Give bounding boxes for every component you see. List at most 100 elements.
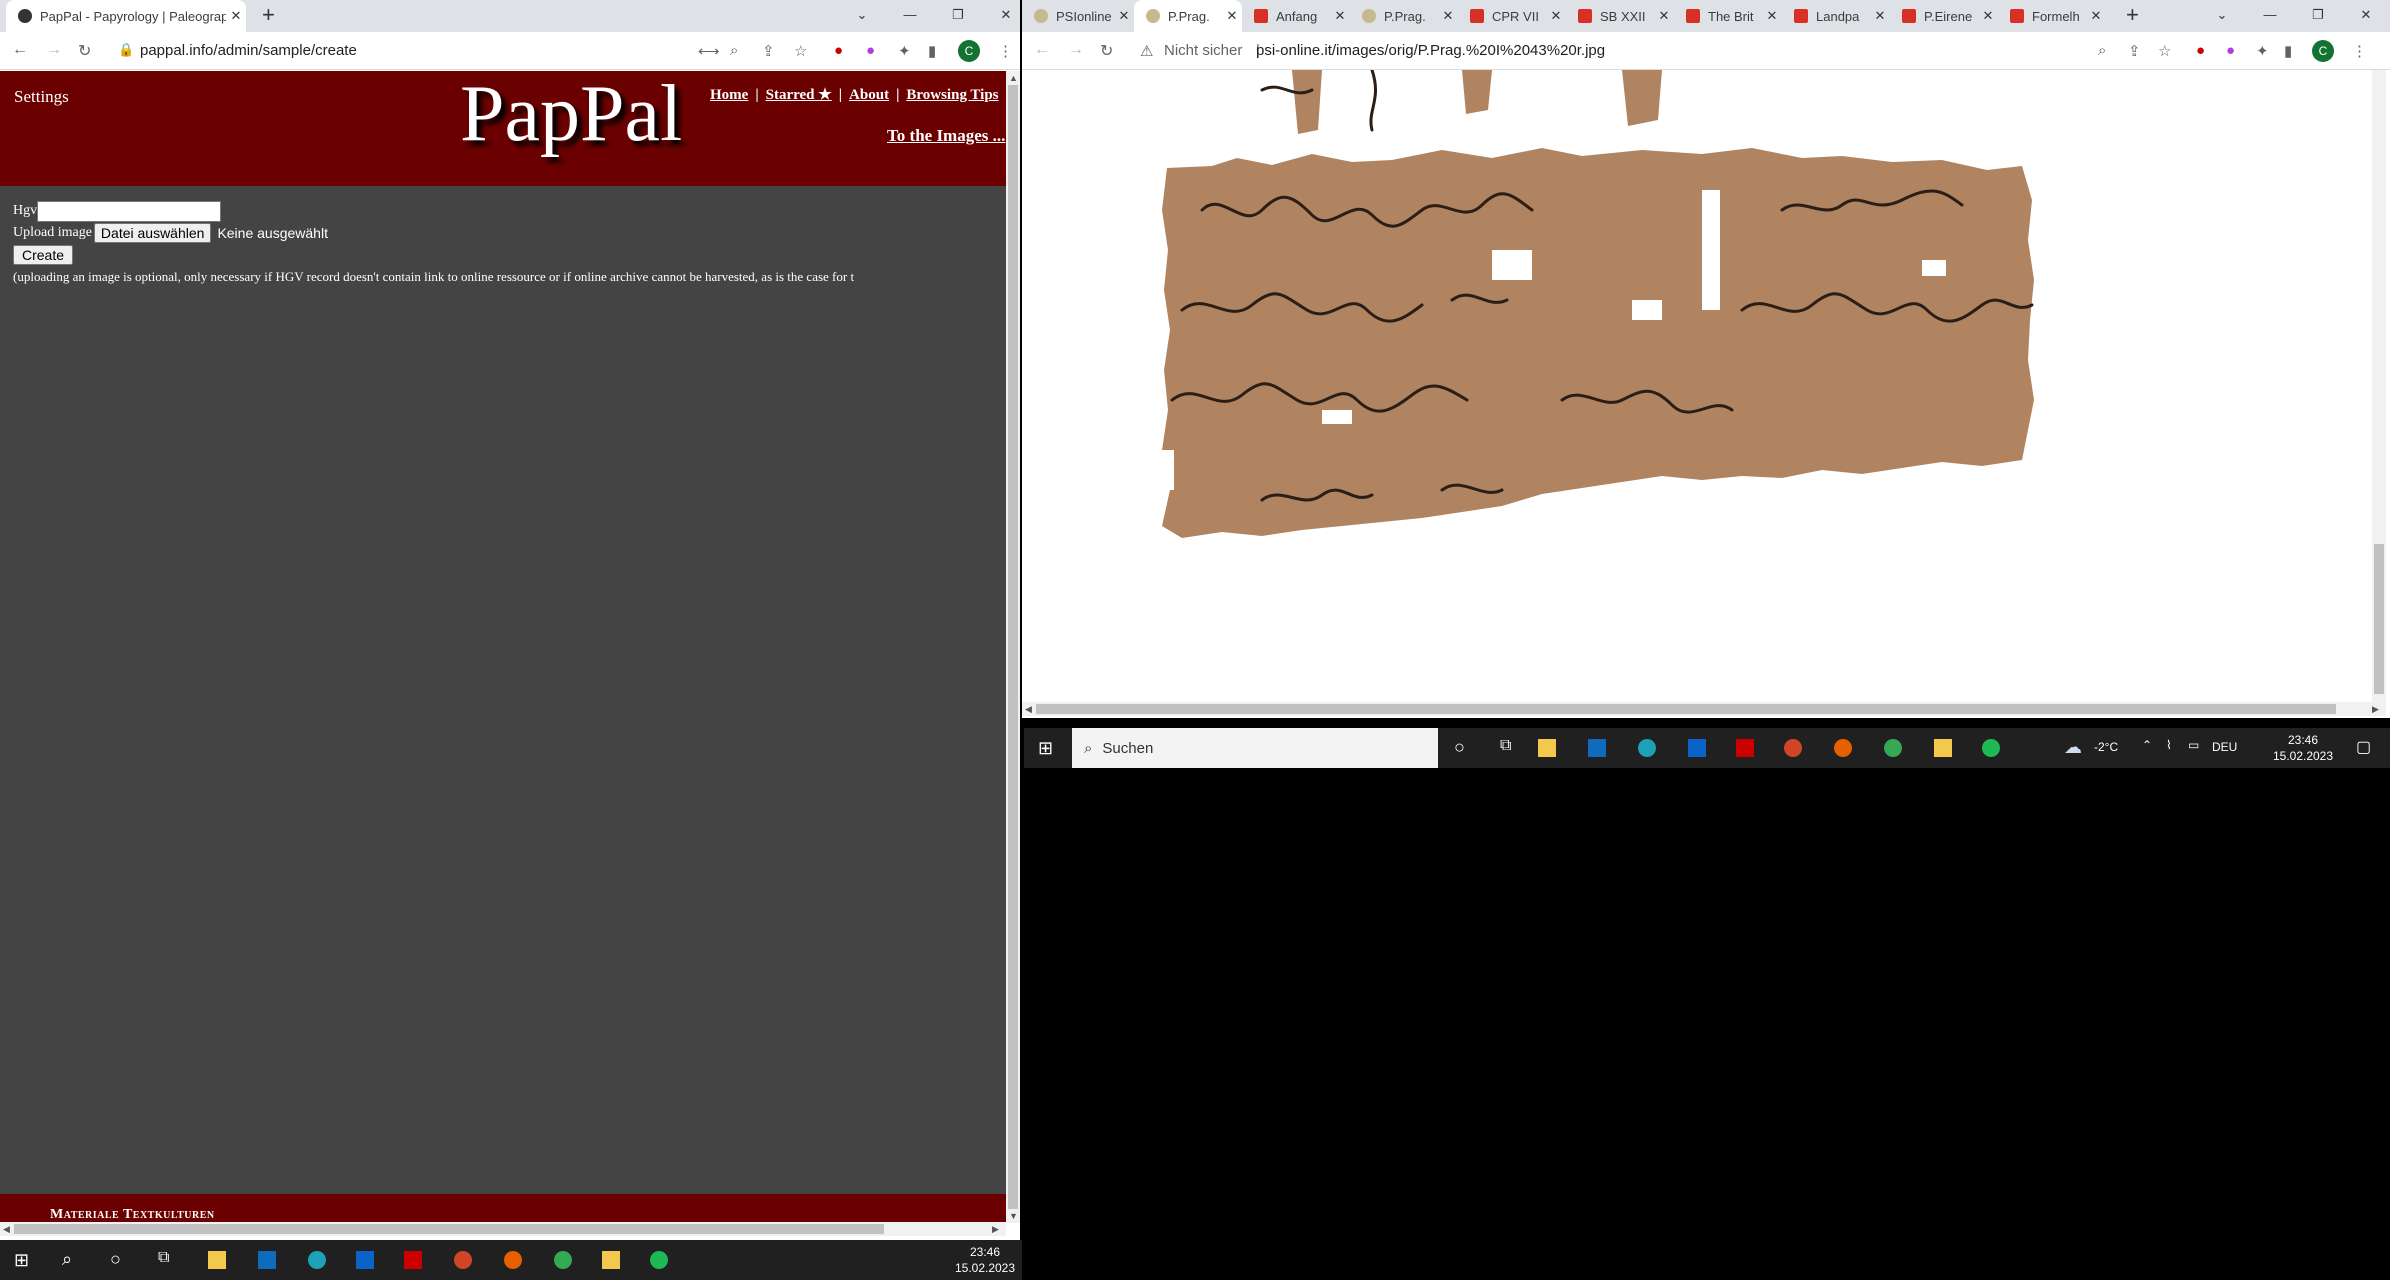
minimize-icon[interactable]: — [2246, 0, 2294, 32]
tab-sb[interactable]: SB XXII ✕ [1566, 0, 1674, 32]
horizontal-scroll-thumb[interactable] [14, 1224, 884, 1234]
horizontal-scrollbar[interactable]: ◀ ▶ [0, 1222, 1006, 1236]
translate-icon[interactable]: ⟷ [698, 42, 720, 60]
tab-formelh[interactable]: Formelh ✕ [1998, 0, 2106, 32]
to-the-images-link[interactable]: To the Images ... [887, 126, 1005, 146]
mail-icon[interactable] [1688, 739, 1706, 757]
hgv-input[interactable] [37, 200, 222, 222]
vertical-scrollbar[interactable]: ▲ ▼ [1006, 71, 1020, 1223]
close-tab-icon[interactable]: ✕ [226, 8, 246, 24]
tab-landpacht[interactable]: Landpa ✕ [1782, 0, 1890, 32]
tab-search-icon[interactable]: ⌄ [2198, 0, 2246, 32]
tab-pprag-2[interactable]: P.Prag. ✕ [1350, 0, 1458, 32]
bookmark-star-icon[interactable]: ☆ [794, 42, 807, 60]
firefox-icon[interactable] [504, 1251, 522, 1269]
zoom-icon[interactable]: ⌕ [730, 42, 738, 59]
close-tab-icon[interactable]: ✕ [1114, 8, 1134, 24]
tab-pappal[interactable]: PapPal - Papyrology | Paleography ✕ [6, 0, 246, 32]
side-panel-icon[interactable]: ▮ [928, 42, 936, 60]
back-icon[interactable]: ← [12, 41, 28, 59]
close-tab-icon[interactable]: ✕ [1546, 8, 1566, 24]
menu-kebab-icon[interactable]: ⋮ [998, 42, 1013, 60]
spotify-icon[interactable] [650, 1251, 668, 1269]
scroll-left-icon[interactable]: ◀ [1025, 704, 1032, 715]
tab-cpr[interactable]: CPR VII ✕ [1458, 0, 1566, 32]
minimize-icon[interactable]: — [886, 0, 934, 32]
vertical-scroll-thumb[interactable] [1008, 85, 1018, 1209]
edge-icon[interactable] [1638, 739, 1656, 757]
nav-about[interactable]: About [849, 87, 889, 103]
not-secure-badge[interactable]: Nicht sicher [1164, 32, 1242, 70]
weather-temp[interactable]: -2°C [2094, 740, 2118, 754]
reload-icon[interactable]: ↻ [78, 41, 91, 61]
nav-starred[interactable]: Starred ★ [766, 87, 832, 103]
mail-icon[interactable] [356, 1251, 374, 1269]
close-tab-icon[interactable]: ✕ [1870, 8, 1890, 24]
address-bar[interactable]: psi-online.it/images/orig/P.Prag.%20I%20… [1256, 32, 1605, 70]
share-icon[interactable]: ⇪ [2128, 42, 2141, 60]
weather-icon[interactable]: ☁ [2064, 737, 2082, 758]
task-view-icon[interactable]: ⧉ [1500, 737, 1511, 755]
tab-anfang[interactable]: Anfang ✕ [1242, 0, 1350, 32]
nav-home[interactable]: Home [710, 87, 748, 103]
right-horizontal-scrollbar[interactable]: ◀ ▶ [1022, 702, 2386, 716]
windows-start-icon[interactable]: ⊞ [14, 1250, 29, 1271]
close-window-icon[interactable]: ✕ [982, 0, 1020, 32]
tab-search-icon[interactable]: ⌄ [838, 0, 886, 32]
spotify-icon[interactable] [1982, 739, 2000, 757]
forward-icon[interactable]: → [46, 41, 62, 59]
extensions-puzzle-icon[interactable]: ✦ [2256, 42, 2269, 60]
notes-icon[interactable] [1934, 739, 1952, 757]
zoom-icon[interactable]: ⌕ [2098, 42, 2106, 59]
address-bar[interactable]: pappal.info/admin/sample/create [140, 32, 357, 70]
clock[interactable]: 23:46 15.02.2023 [952, 1244, 1018, 1276]
chrome-icon[interactable] [554, 1251, 572, 1269]
battery-icon[interactable]: ▭ [2188, 738, 2199, 752]
task-view-icon[interactable]: ⧉ [158, 1249, 169, 1267]
powerpoint-icon[interactable] [454, 1251, 472, 1269]
store-icon[interactable] [1588, 739, 1606, 757]
profile-avatar[interactable]: C [2312, 40, 2334, 62]
taskbar-search[interactable]: ⌕ Suchen [1072, 728, 1438, 768]
tab-british[interactable]: The Brit ✕ [1674, 0, 1782, 32]
right-vertical-scrollbar[interactable] [2372, 70, 2386, 702]
clock[interactable]: 23:46 15.02.2023 [2268, 732, 2338, 764]
firefox-icon[interactable] [1834, 739, 1852, 757]
store-icon[interactable] [258, 1251, 276, 1269]
new-tab-icon[interactable]: + [2126, 2, 2139, 28]
bookmark-star-icon[interactable]: ☆ [2158, 42, 2171, 60]
scroll-right-icon[interactable]: ▶ [2372, 704, 2379, 715]
tab-pprag-active[interactable]: P.Prag. ✕ [1134, 0, 1242, 32]
footer-brand[interactable]: Materiale Textkulturen [50, 1207, 215, 1223]
acrobat-icon[interactable] [1736, 739, 1754, 757]
restore-icon[interactable]: ❐ [2294, 0, 2342, 32]
settings-link[interactable]: Settings [14, 87, 69, 107]
scroll-up-icon[interactable]: ▲ [1009, 73, 1018, 83]
close-tab-icon[interactable]: ✕ [1330, 8, 1350, 24]
notes-icon[interactable] [602, 1251, 620, 1269]
side-panel-icon[interactable]: ▮ [2284, 42, 2292, 60]
cortana-icon[interactable]: ○ [1454, 737, 1465, 758]
choose-file-button[interactable]: Datei auswählen [93, 223, 212, 243]
search-icon[interactable]: ⌕ [62, 1249, 72, 1270]
network-icon[interactable]: ⌇ [2166, 738, 2172, 752]
nav-browsing-tips[interactable]: Browsing Tips [906, 87, 998, 103]
file-explorer-icon[interactable] [1538, 739, 1556, 757]
close-tab-icon[interactable]: ✕ [1222, 8, 1242, 24]
reload-icon[interactable]: ↻ [1100, 41, 1113, 61]
scroll-right-icon[interactable]: ▶ [992, 1224, 999, 1235]
right-horizontal-scroll-thumb[interactable] [1036, 704, 2336, 714]
input-language[interactable]: DEU [2212, 740, 2237, 754]
new-tab-icon[interactable]: + [262, 2, 275, 28]
scroll-left-icon[interactable]: ◀ [3, 1224, 10, 1235]
notifications-icon[interactable]: ▢ [2356, 737, 2371, 757]
windows-start-icon[interactable]: ⊞ [1038, 738, 1053, 759]
close-tab-icon[interactable]: ✕ [2086, 8, 2106, 24]
close-tab-icon[interactable]: ✕ [1438, 8, 1458, 24]
extension-red-icon[interactable]: ● [834, 42, 843, 59]
extension-purple-icon[interactable]: ● [866, 42, 875, 59]
close-tab-icon[interactable]: ✕ [1978, 8, 1998, 24]
profile-avatar[interactable]: C [958, 40, 980, 62]
edge-icon[interactable] [308, 1251, 326, 1269]
menu-kebab-icon[interactable]: ⋮ [2352, 42, 2367, 60]
